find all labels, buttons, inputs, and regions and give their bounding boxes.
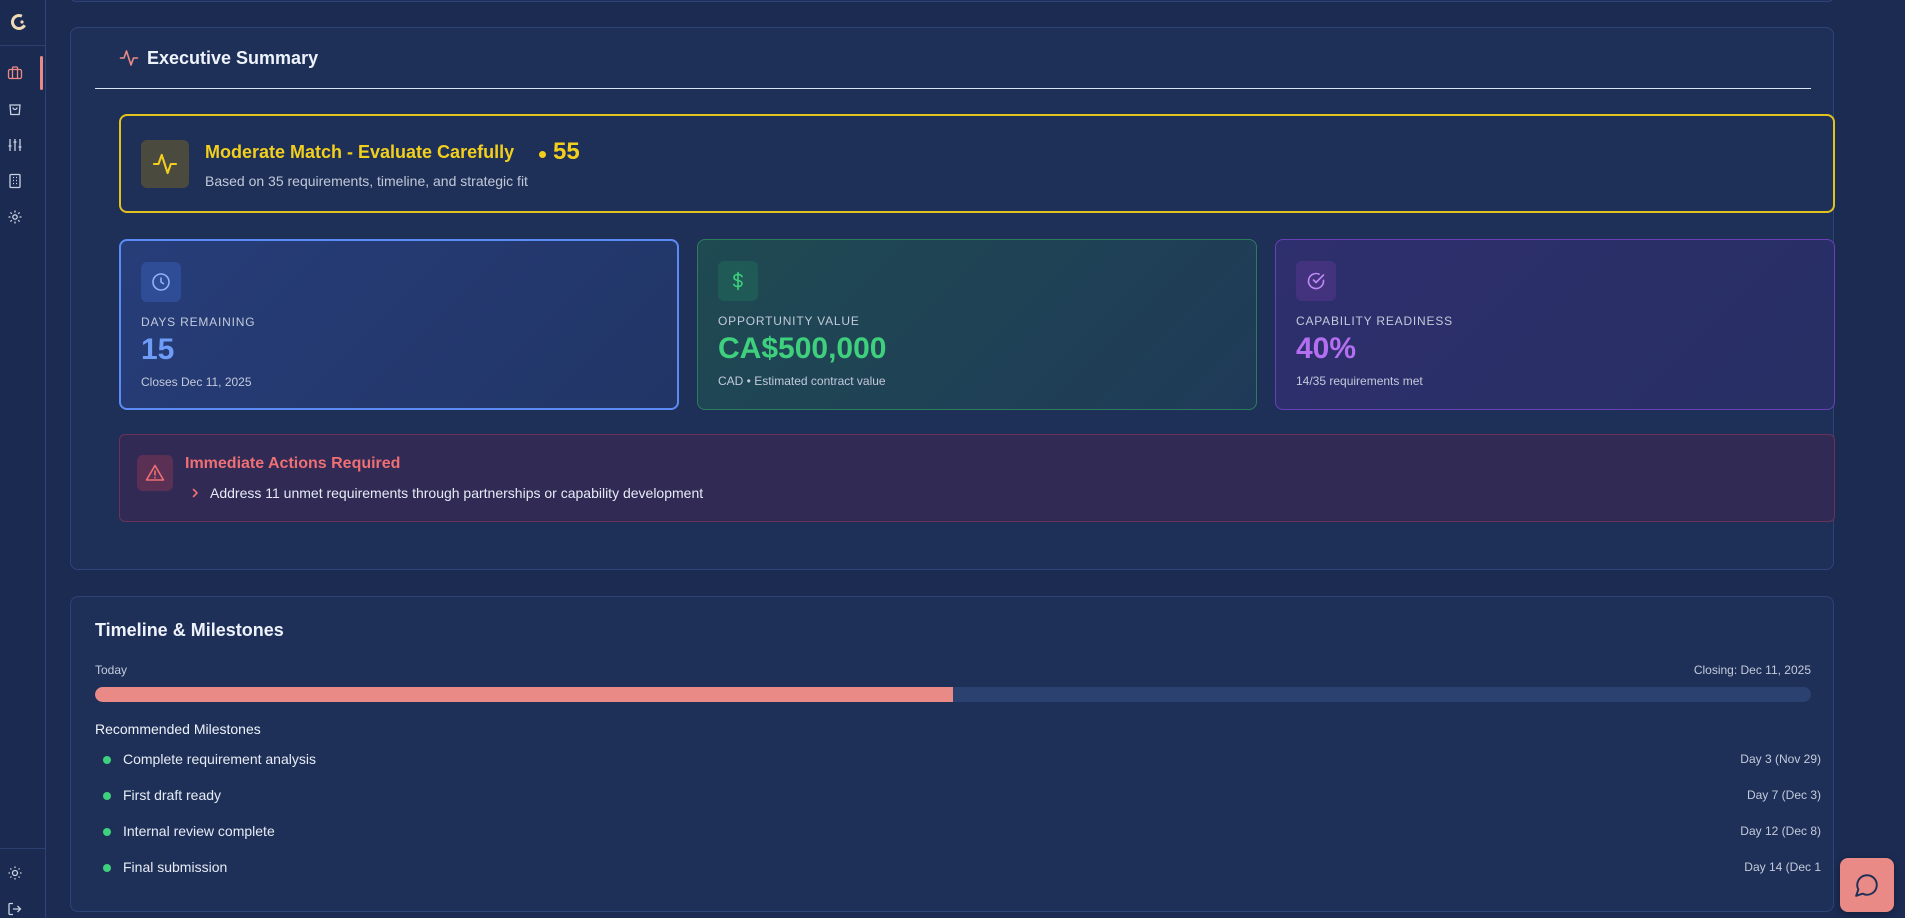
match-banner: Moderate Match - Evaluate Carefully 55 B…: [119, 114, 1835, 213]
shopping-bag-icon[interactable]: [7, 101, 23, 117]
milestone-date: Day 14 (Dec 1: [1744, 860, 1821, 874]
stat-label: DAYS REMAINING: [141, 315, 256, 329]
stat-value: 40%: [1296, 332, 1357, 365]
activity-icon: [152, 153, 178, 175]
milestone-row: Complete requirement analysis Day 3 (Nov…: [95, 744, 1829, 780]
stat-subtext: Closes Dec 11, 2025: [141, 375, 252, 389]
building-icon[interactable]: [7, 173, 23, 189]
stat-card-capability-readiness: CAPABILITY READINESS 40% 14/35 requireme…: [1275, 239, 1835, 410]
section-divider: [95, 88, 1811, 89]
milestone-dot: [103, 864, 111, 872]
match-score-dot: [539, 151, 546, 158]
action-icon-box: [137, 455, 173, 491]
timeline-progress-fill: [95, 687, 953, 702]
match-subtitle: Based on 35 requirements, timeline, and …: [205, 173, 528, 189]
sidebar: [0, 0, 46, 918]
sidebar-active-indicator: [40, 56, 43, 90]
chat-button[interactable]: [1840, 858, 1894, 912]
timeline-card: Timeline & Milestones Today Closing: Dec…: [70, 596, 1834, 912]
sun-icon[interactable]: [7, 865, 23, 881]
chevron-right-icon: [192, 488, 198, 498]
chat-icon: [1855, 874, 1878, 897]
dollar-icon: [733, 271, 743, 291]
logout-icon[interactable]: [7, 901, 23, 917]
activity-icon: [119, 50, 139, 66]
stat-subtext: CAD • Estimated contract value: [718, 374, 886, 388]
warning-icon: [145, 464, 165, 481]
stat-icon-box: [1296, 261, 1336, 301]
timeline-progress-track: [95, 687, 1811, 702]
action-item: Address 11 unmet requirements through pa…: [210, 485, 704, 501]
stat-value: CA$500,000: [718, 332, 887, 365]
milestone-date: Day 3 (Nov 29): [1740, 752, 1821, 766]
stat-label: OPPORTUNITY VALUE: [718, 314, 860, 328]
stat-card-days-remaining: DAYS REMAINING 15 Closes Dec 11, 2025: [119, 239, 679, 410]
milestone-dot: [103, 792, 111, 800]
stat-subtext: 14/35 requirements met: [1296, 374, 1423, 388]
timeline-start-label: Today: [95, 663, 128, 677]
sliders-icon[interactable]: [7, 137, 23, 153]
milestones-title: Recommended Milestones: [95, 721, 261, 737]
check-circle-icon: [1307, 272, 1325, 290]
milestone-label: Final submission: [123, 859, 228, 875]
clock-icon: [152, 273, 170, 291]
milestone-dot: [103, 828, 111, 836]
milestone-dot: [103, 756, 111, 764]
milestone-label: Complete requirement analysis: [123, 751, 316, 767]
stat-label: CAPABILITY READINESS: [1296, 314, 1453, 328]
milestone-date: Day 12 (Dec 8): [1740, 824, 1821, 838]
immediate-actions-panel: Immediate Actions Required Address 11 un…: [119, 434, 1835, 522]
milestone-label: First draft ready: [123, 787, 222, 803]
briefcase-icon[interactable]: [7, 65, 23, 81]
stat-card-opportunity-value: OPPORTUNITY VALUE CA$500,000 CAD • Estim…: [697, 239, 1257, 410]
stat-value: 15: [141, 333, 175, 366]
section-title: Timeline & Milestones: [95, 620, 284, 640]
stat-icon-box: [141, 262, 181, 302]
milestone-date: Day 7 (Dec 3): [1746, 788, 1821, 802]
executive-summary-card: Executive Summary Moderate Match - Evalu…: [70, 27, 1835, 570]
sidebar-divider-bottom: [0, 848, 45, 849]
match-score: 55: [553, 138, 580, 165]
actions-title: Immediate Actions Required: [185, 455, 401, 472]
timeline-end-label: Closing: Dec 11, 2025: [1693, 663, 1811, 677]
sidebar-divider: [0, 45, 45, 46]
milestone-row: Internal review complete Day 12 (Dec 8): [95, 816, 1829, 852]
milestone-row: First draft ready Day 7 (Dec 3): [95, 780, 1829, 816]
c-logo-icon[interactable]: [10, 13, 28, 31]
gear-icon[interactable]: [7, 209, 23, 225]
stat-icon-box: [718, 261, 758, 301]
match-icon-box: [141, 140, 189, 188]
section-title: Executive Summary: [147, 48, 319, 68]
milestone-label: Internal review complete: [123, 823, 275, 839]
previous-section-card: [70, 0, 1834, 2]
milestone-row: Final submission Day 14 (Dec 1: [95, 852, 1829, 888]
match-title: Moderate Match - Evaluate Carefully: [205, 142, 515, 162]
